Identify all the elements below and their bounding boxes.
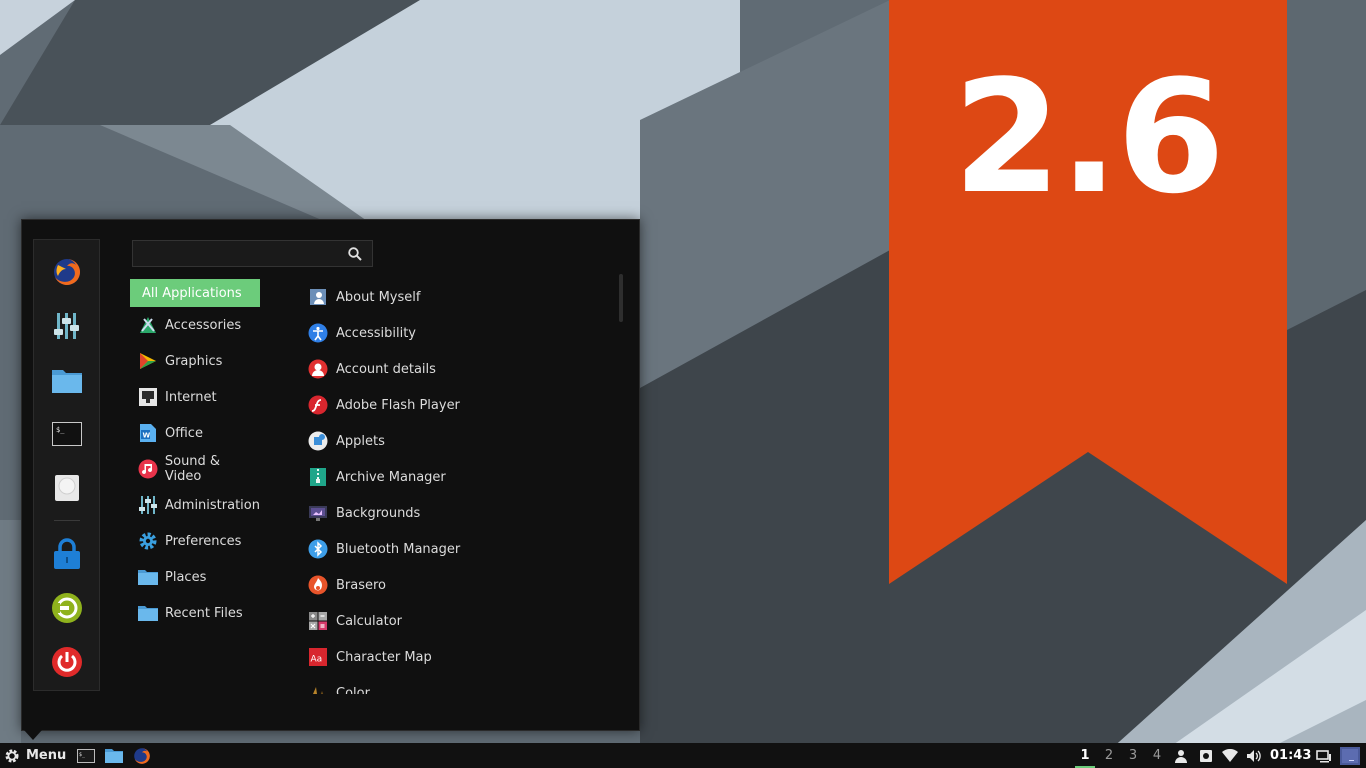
volume-applet[interactable]: [1244, 746, 1264, 765]
svg-text:Aa: Aa: [311, 655, 323, 665]
clock[interactable]: 01:43: [1270, 743, 1311, 768]
applications-list: About Myself Accessibility Account detai…: [22, 220, 641, 694]
user-icon: [1175, 749, 1187, 763]
app-color[interactable]: Color: [306, 679, 606, 694]
app-account-details[interactable]: Account details: [306, 355, 606, 383]
brasero-icon: [308, 575, 328, 595]
applets-icon: [308, 431, 328, 451]
volume-icon: [1247, 749, 1261, 762]
camera-icon: [1200, 749, 1212, 762]
app-adobe-flash-player[interactable]: Adobe Flash Player: [306, 391, 606, 419]
firefox-icon: [134, 747, 150, 764]
app-label: Accessibility: [336, 325, 416, 341]
archive-icon: [308, 467, 328, 487]
workspace-3[interactable]: 3: [1123, 743, 1143, 768]
app-label: About Myself: [336, 289, 421, 305]
taskbar: Menu $_ 1 2 3 4 01:43: [0, 743, 1366, 768]
window-list-applet[interactable]: [1314, 746, 1334, 765]
bluetooth-icon: [308, 539, 328, 559]
app-bluetooth-manager[interactable]: Bluetooth Manager: [306, 535, 606, 563]
windows-icon: [1316, 749, 1331, 762]
app-archive-manager[interactable]: Archive Manager: [306, 463, 606, 491]
application-menu: $_ All Applications Accessories Graphics…: [21, 219, 640, 731]
accessibility-icon: [308, 323, 328, 343]
backgrounds-icon: [308, 503, 328, 523]
launcher-firefox[interactable]: [132, 746, 152, 765]
app-calculator[interactable]: Calculator: [306, 607, 606, 635]
calculator-icon: [308, 611, 328, 631]
menu-button[interactable]: Menu: [4, 746, 66, 765]
app-label: Archive Manager: [336, 469, 446, 485]
wifi-icon: [1222, 748, 1238, 762]
version-label: 2.6: [952, 46, 1225, 228]
app-label: Color: [336, 685, 370, 695]
terminal-icon: $_: [77, 748, 95, 763]
app-label: Adobe Flash Player: [336, 397, 460, 413]
app-accessibility[interactable]: Accessibility: [306, 319, 606, 347]
flash-icon: [308, 395, 328, 415]
workspace-4[interactable]: 4: [1147, 743, 1167, 768]
launcher-files[interactable]: [104, 746, 124, 765]
user-card-icon: [308, 287, 328, 307]
gear-icon: [5, 749, 19, 762]
app-character-map[interactable]: Aa Character Map: [306, 643, 606, 671]
workspace-2[interactable]: 2: [1099, 743, 1119, 768]
show-desktop-button[interactable]: [1340, 746, 1360, 765]
menu-button-label: Menu: [26, 748, 67, 763]
account-icon: [308, 359, 328, 379]
app-label: Calculator: [336, 613, 403, 629]
svg-text:$_: $_: [79, 752, 86, 758]
desktop-icon: [1340, 746, 1360, 765]
user-applet[interactable]: [1171, 746, 1191, 765]
app-label: Character Map: [336, 649, 432, 665]
app-label: Account details: [336, 361, 436, 377]
workspace-1[interactable]: 1: [1075, 743, 1095, 768]
app-about-myself[interactable]: About Myself: [306, 283, 606, 311]
launcher-terminal[interactable]: $_: [76, 746, 96, 765]
apps-scrollbar[interactable]: [619, 274, 623, 322]
menu-pointer: [24, 730, 42, 740]
app-brasero[interactable]: Brasero: [306, 571, 606, 599]
app-label: Applets: [336, 433, 385, 449]
app-backgrounds[interactable]: Backgrounds: [306, 499, 606, 527]
app-label: Bluetooth Manager: [336, 541, 461, 557]
network-applet[interactable]: [1220, 746, 1240, 765]
app-applets[interactable]: Applets: [306, 427, 606, 455]
app-label: Brasero: [336, 577, 387, 593]
app-label: Backgrounds: [336, 505, 421, 521]
screenshot-applet[interactable]: [1196, 746, 1216, 765]
character-map-icon: Aa: [308, 647, 328, 667]
color-icon: [308, 683, 328, 694]
folder-icon: [105, 748, 123, 763]
